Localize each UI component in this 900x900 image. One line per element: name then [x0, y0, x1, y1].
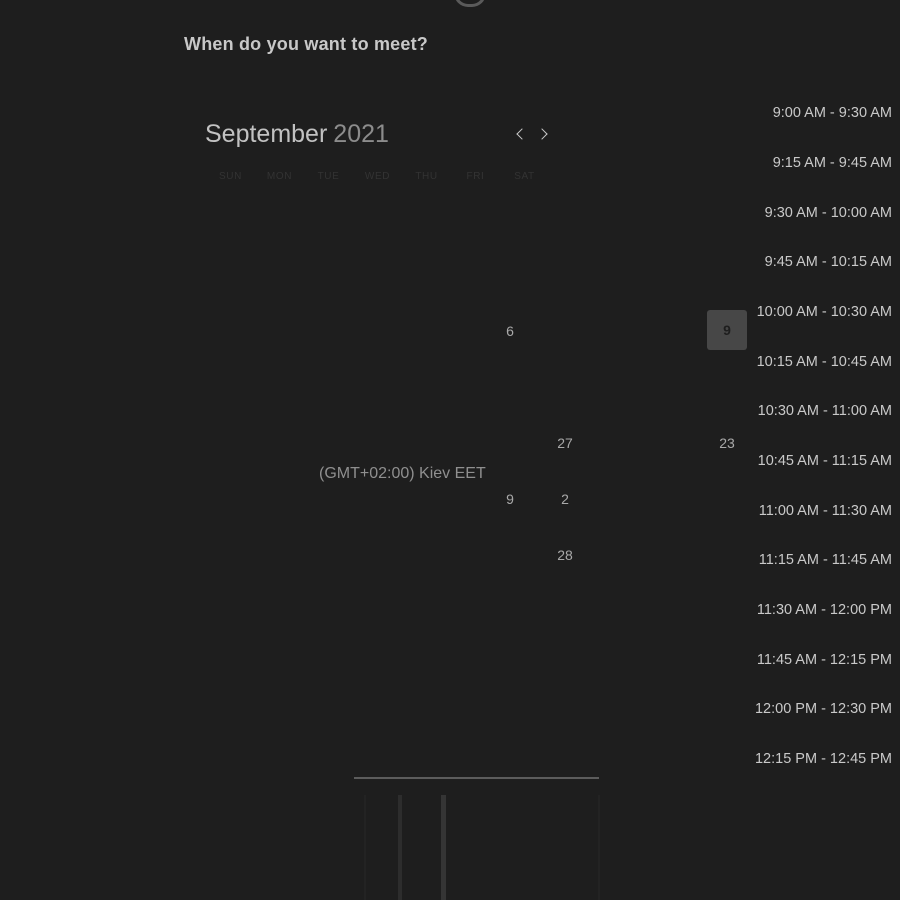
next-month-button[interactable]: [535, 123, 551, 145]
weekday-label: TUE: [317, 171, 340, 182]
calendar-day-selected[interactable]: 9: [707, 310, 747, 350]
time-slot[interactable]: 10:00 AM - 10:30 AM: [757, 299, 892, 325]
time-slot[interactable]: 9:00 AM - 9:30 AM: [773, 100, 892, 126]
previous-month-button[interactable]: [512, 123, 528, 145]
timezone-selector[interactable]: (GMT+02:00) Kiev EET: [319, 465, 486, 483]
calendar-day[interactable]: 23: [707, 423, 747, 463]
time-slot[interactable]: 10:15 AM - 10:45 AM: [757, 349, 892, 375]
weekday-label: SAT: [514, 171, 535, 182]
top-decoration: [454, 0, 486, 7]
calendar-day[interactable]: 27: [545, 423, 585, 463]
time-slot[interactable]: 11:00 AM - 11:30 AM: [759, 498, 892, 524]
weekday-label: FRI: [466, 171, 485, 182]
calendar-year: 2021: [333, 120, 389, 148]
weekday-header: SUN MON TUE WED THU FRI SAT: [206, 171, 549, 182]
time-slot[interactable]: 9:45 AM - 10:15 AM: [765, 249, 892, 275]
time-slot[interactable]: 11:30 AM - 12:00 PM: [757, 597, 892, 623]
time-slot[interactable]: 9:15 AM - 9:45 AM: [773, 150, 892, 176]
calendar-day[interactable]: 28: [545, 535, 585, 575]
weekday-label: SUN: [219, 171, 242, 182]
time-slot[interactable]: 10:30 AM - 11:00 AM: [758, 398, 892, 424]
time-slot[interactable]: 11:15 AM - 11:45 AM: [759, 547, 892, 573]
calendar-month: September: [205, 120, 328, 148]
calendar-month-title: September 2021: [205, 120, 389, 149]
weekday-label: WED: [364, 171, 391, 182]
calendar-day[interactable]: 9: [490, 479, 530, 519]
calendar-day[interactable]: 2: [545, 479, 585, 519]
chevron-right-icon: [535, 128, 548, 140]
calendar-day[interactable]: 6: [490, 311, 530, 351]
time-slot[interactable]: 12:00 PM - 12:30 PM: [755, 696, 892, 722]
chevron-left-icon: [515, 128, 528, 140]
time-slot[interactable]: 9:30 AM - 10:00 AM: [765, 200, 892, 226]
page-question: When do you want to meet?: [184, 34, 428, 54]
time-slot[interactable]: 12:15 PM - 12:45 PM: [755, 746, 892, 772]
faded-bar: [441, 795, 446, 900]
time-slot[interactable]: 11:45 AM - 12:15 PM: [757, 647, 892, 673]
divider: [354, 777, 599, 779]
weekday-label: THU: [415, 171, 438, 182]
weekday-label: MON: [266, 171, 293, 182]
time-slot[interactable]: 10:45 AM - 11:15 AM: [758, 448, 892, 474]
faded-bar: [398, 795, 402, 900]
